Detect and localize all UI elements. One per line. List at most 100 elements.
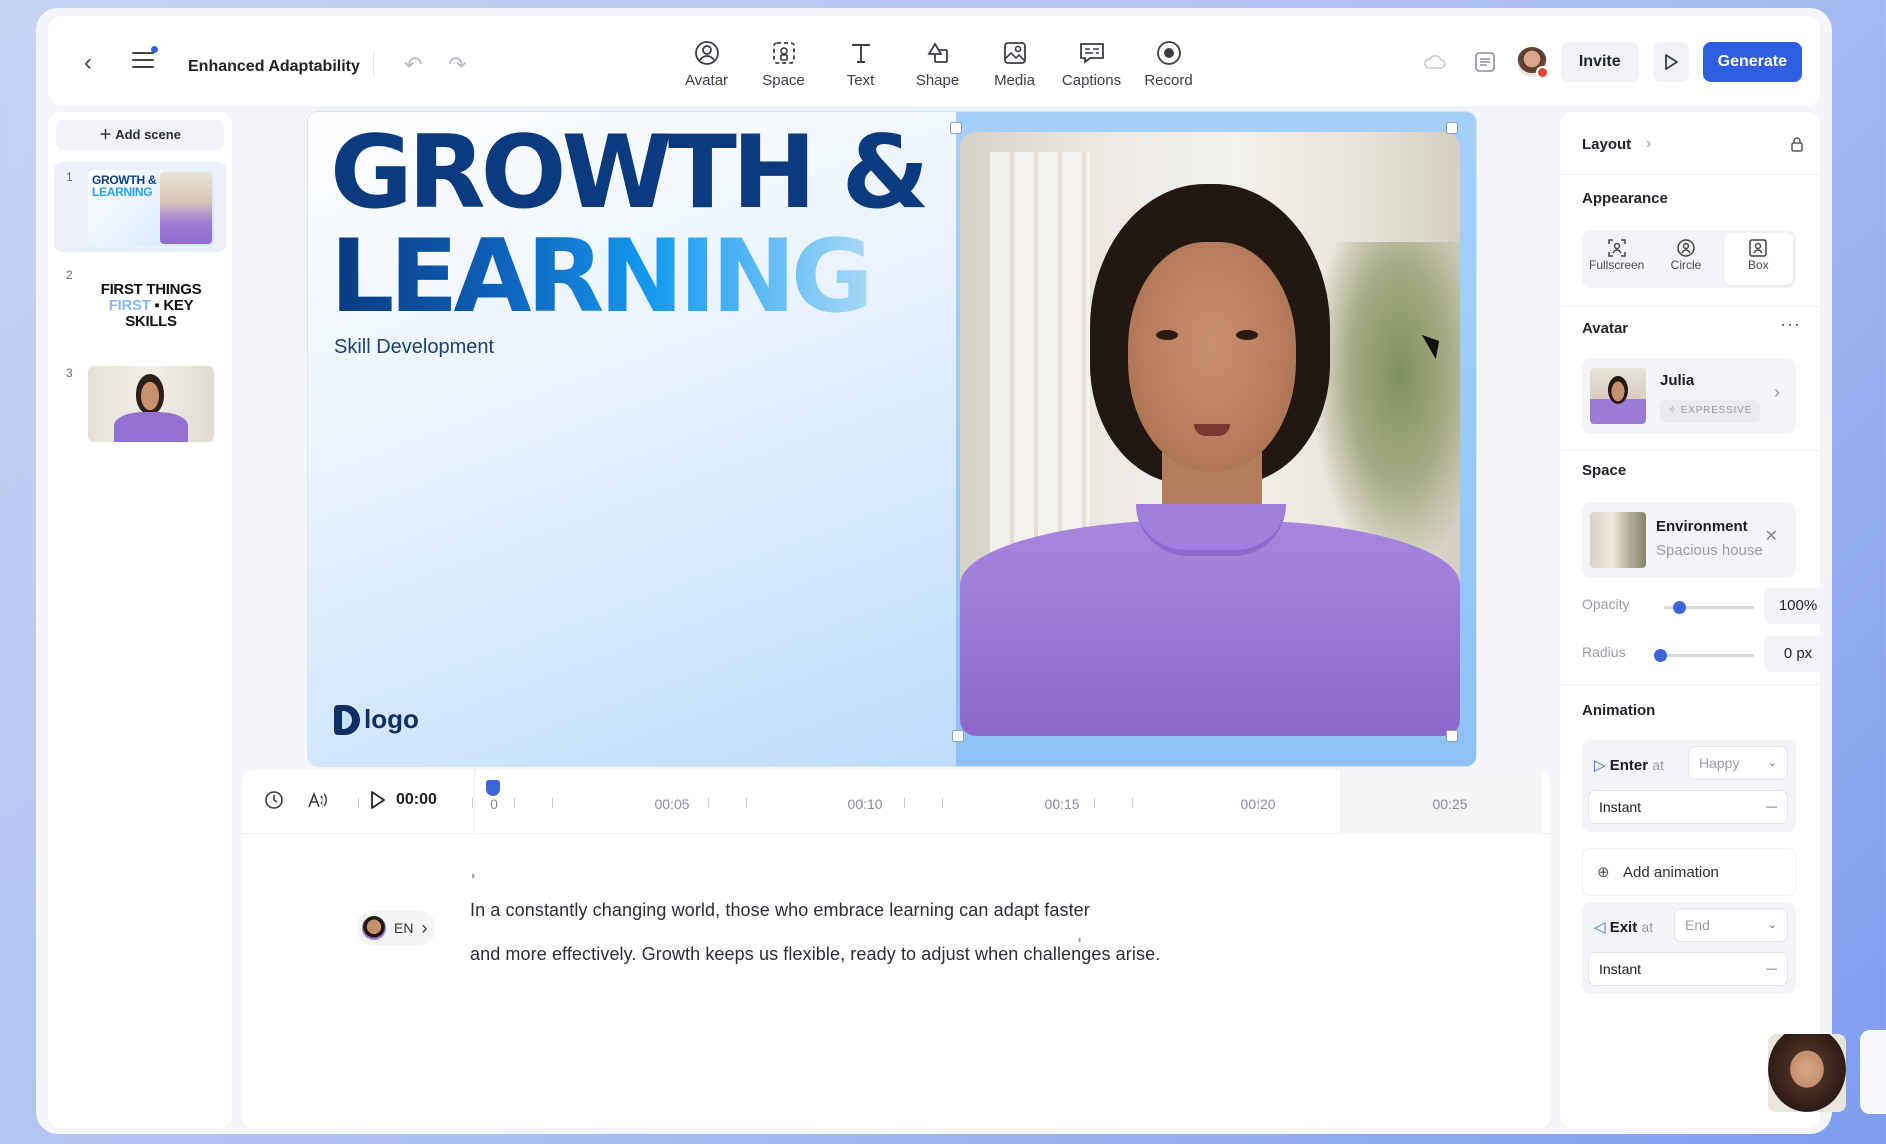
user-avatar[interactable]: [1516, 47, 1549, 79]
enter-row: ▷ Enter at: [1594, 757, 1664, 774]
ruler-tick: [1132, 798, 1133, 808]
scene-item-2[interactable]: 2 FIRST THINGS FIRST ▪ KEY SKILLS: [54, 260, 226, 350]
tool-captions[interactable]: Captions: [1053, 38, 1130, 89]
language-code: EN: [394, 920, 414, 936]
captions-icon: [1053, 38, 1130, 68]
back-chevron-icon[interactable]: ‹: [84, 50, 110, 76]
voice-icon[interactable]: [306, 790, 328, 810]
timeline-bar: 00:00 0 00:05 00:10 00:15 00:20 00:25: [242, 770, 1550, 834]
thumbnail-title: GROWTH & LEARNING: [92, 173, 157, 199]
ruler-tick: [552, 798, 553, 808]
undo-icon[interactable]: ↶: [404, 52, 422, 78]
thumbnail-title: FIRST THINGS FIRST ▪ KEY SKILLS: [100, 281, 202, 330]
tool-space[interactable]: Space: [745, 38, 822, 89]
scene-item-3[interactable]: 3: [54, 358, 226, 448]
text-icon: [822, 38, 899, 68]
slide-logo[interactable]: logo: [334, 704, 419, 735]
radius-slider[interactable]: [1654, 649, 1754, 662]
space-icon: [745, 38, 822, 68]
enter-animation-group: ▷ Enter at Happy ⌄ Instant —: [1582, 740, 1796, 832]
ruler-tick: [358, 798, 359, 808]
project-title[interactable]: Enhanced Adaptability: [188, 58, 360, 76]
scene-item-1[interactable]: 1 GROWTH & LEARNING: [54, 162, 226, 252]
cloud-sync-icon[interactable]: [1417, 44, 1453, 80]
language-selector[interactable]: EN ›: [356, 910, 436, 946]
ruler-tick: [472, 798, 473, 808]
logo-mark-icon: [334, 704, 360, 735]
more-options-icon[interactable]: ···: [1780, 314, 1801, 335]
ruler-label: 00:15: [1044, 796, 1080, 812]
chevron-right-icon: ›: [1774, 382, 1780, 402]
tool-record[interactable]: Record: [1130, 38, 1207, 89]
slide-title-line2[interactable]: LEARNING: [330, 224, 874, 328]
opacity-value[interactable]: 100%: [1764, 588, 1832, 624]
slider-knob[interactable]: [1654, 649, 1667, 662]
appearance-fullscreen[interactable]: Fullscreen: [1582, 230, 1651, 288]
space-detail: Spacious house: [1656, 542, 1763, 559]
appearance-circle[interactable]: Circle: [1651, 230, 1720, 288]
timeline-ruler[interactable]: 0 00:05 00:10 00:15 00:20 00:25: [322, 770, 1542, 834]
lock-icon[interactable]: [1790, 136, 1804, 152]
notification-dot: [151, 46, 158, 53]
play-icon[interactable]: [370, 791, 386, 809]
divider: [1560, 174, 1820, 175]
resize-handle[interactable]: [1446, 122, 1458, 134]
chevron-right-icon: ›: [1646, 135, 1652, 152]
ruler-label: 00:10: [847, 796, 883, 812]
speaker-avatar: [362, 916, 386, 940]
preview-button[interactable]: [1652, 42, 1689, 82]
generate-button[interactable]: Generate: [1702, 42, 1802, 82]
exit-icon: ◁: [1594, 919, 1610, 936]
app-window: ‹ Enhanced Adaptability ↶ ↷ Avatar Space: [36, 8, 1832, 1134]
invite-button[interactable]: Invite: [1560, 42, 1639, 82]
script-line: and more effectively. Growth keeps us fl…: [470, 944, 1161, 964]
tool-media[interactable]: Media: [976, 38, 1053, 89]
avatar-video[interactable]: [960, 132, 1460, 736]
resize-handle[interactable]: [1446, 730, 1458, 742]
properties-panel: Layout › Appearance Fullscreen Circle Bo…: [1560, 112, 1832, 1128]
scene-canvas[interactable]: GROWTH & LEARNING Skill Development logo: [308, 112, 1476, 766]
ruler-tick: [942, 798, 943, 808]
scene-number: 3: [66, 366, 73, 380]
tool-avatar[interactable]: Avatar: [668, 38, 745, 89]
enter-mode-select[interactable]: Instant —: [1588, 790, 1788, 824]
add-scene-button[interactable]: ＋ Add scene: [56, 120, 224, 150]
enter-emotion-select[interactable]: Happy ⌄: [1688, 746, 1788, 780]
tool-shape[interactable]: Shape: [899, 38, 976, 89]
avatar-card[interactable]: Julia ✧ EXPRESSIVE ›: [1582, 358, 1796, 434]
opacity-slider[interactable]: [1664, 601, 1754, 614]
tool-text[interactable]: Text: [822, 38, 899, 89]
close-icon[interactable]: ✕: [1765, 526, 1778, 546]
appearance-box[interactable]: Box: [1723, 233, 1793, 285]
scene-thumbnail: FIRST THINGS FIRST ▪ KEY SKILLS: [88, 268, 214, 344]
script-editor[interactable]: In a constantly changing world, those wh…: [470, 888, 1170, 976]
exit-timing-select[interactable]: End ⌄: [1674, 908, 1788, 942]
exit-mode-select[interactable]: Instant —: [1588, 952, 1788, 986]
ruler-label: 0: [490, 796, 498, 812]
notes-icon[interactable]: [1467, 44, 1503, 80]
tool-label: Captions: [1061, 72, 1122, 89]
exit-row: ◁ Exit at: [1594, 919, 1654, 936]
add-circle-icon: ⊕: [1597, 864, 1610, 881]
clock-icon[interactable]: [264, 790, 284, 810]
avatar-thumbnail: [1590, 368, 1646, 424]
radius-value[interactable]: 0 px: [1764, 636, 1832, 672]
slider-knob[interactable]: [1673, 601, 1686, 614]
radius-label: Radius: [1582, 644, 1626, 660]
add-scene-label: Add scene: [115, 127, 181, 142]
slide-subtitle[interactable]: Skill Development: [334, 336, 494, 359]
script-end-marker-icon[interactable]: ◖: [1076, 934, 1083, 946]
script-start-marker-icon[interactable]: ◗: [470, 870, 477, 882]
minus-icon: —: [1766, 801, 1777, 813]
tool-label: Record: [1144, 72, 1193, 89]
slide-title-line1[interactable]: GROWTH &: [330, 120, 930, 224]
resize-handle[interactable]: [950, 122, 962, 134]
menu-icon[interactable]: [132, 46, 158, 70]
environment-thumbnail: [1590, 512, 1646, 568]
playhead[interactable]: [486, 780, 500, 796]
resize-handle[interactable]: [952, 730, 964, 742]
redo-icon[interactable]: ↷: [448, 52, 466, 78]
ruler-label: 00:25: [1432, 796, 1468, 812]
space-card[interactable]: Environment Spacious house ✕: [1582, 502, 1796, 578]
add-animation-button[interactable]: ⊕ Add animation: [1582, 848, 1796, 896]
